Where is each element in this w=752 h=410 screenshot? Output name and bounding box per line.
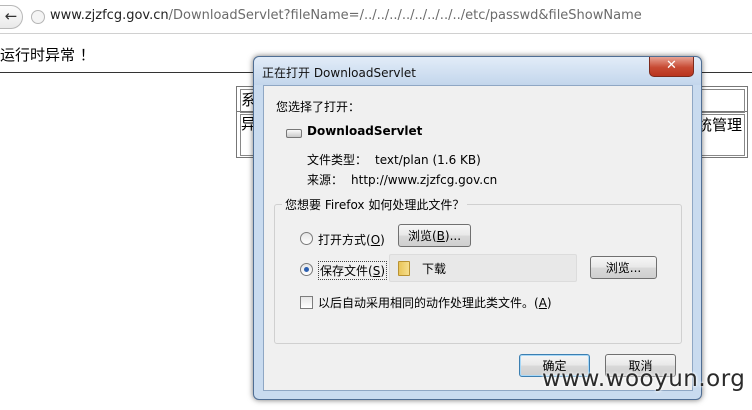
browse-app-text: 浏览( xyxy=(407,229,437,243)
browse-app-tail: )... xyxy=(444,229,462,243)
file-source-label: 来源： xyxy=(307,173,344,187)
url-host: www.zjzfcg.gov.cn xyxy=(50,8,169,23)
open-with-text: 打开方式( xyxy=(318,233,371,247)
watermark: www.wooyun.org xyxy=(542,366,746,392)
file-source-row: 来源： http://www.zjzfcg.gov.cn xyxy=(307,171,497,188)
address-bar: ← www.zjzfcg.gov.cn/DownloadServlet?file… xyxy=(0,0,752,34)
save-file-tail: ) xyxy=(380,264,385,278)
file-type-row: 文件类型： text/plan (1.6 KB) xyxy=(307,151,481,168)
save-folder-name: 下载 xyxy=(422,262,447,276)
save-file-text: 保存文件( xyxy=(320,264,373,278)
file-type-value: text/plan (1.6 KB) xyxy=(375,153,481,167)
auto-action-checkbox[interactable] xyxy=(300,296,313,309)
open-with-accel: O xyxy=(370,233,381,247)
toolbar-divider xyxy=(0,33,752,34)
browse-folder-button[interactable]: 浏览... xyxy=(590,256,657,279)
file-source-value: http://www.zjzfcg.gov.cn xyxy=(351,173,498,187)
auto-action-accel: A xyxy=(538,296,547,310)
file-type-label: 文件类型： xyxy=(307,153,368,167)
save-file-label[interactable]: 保存文件(S) xyxy=(318,261,387,280)
back-arrow-icon: ← xyxy=(4,7,18,25)
dialog-body: 您选择了打开： DownloadServlet 文件类型： text/plan (… xyxy=(263,85,693,391)
save-file-radio[interactable] xyxy=(300,263,313,276)
dialog-title: 正在打开 DownloadServlet xyxy=(262,66,416,80)
action-question: 您想要 Firefox 如何处理此文件？ xyxy=(282,196,468,213)
back-button[interactable]: ← xyxy=(0,5,23,29)
save-folder-field[interactable]: 下载 xyxy=(389,254,577,282)
file-icon xyxy=(286,129,302,138)
browse-app-accel: B xyxy=(436,229,445,243)
error-message: 运行时异常 ！ xyxy=(0,46,95,64)
download-dialog: 正在打开 DownloadServlet ✕ 您选择了打开： DownloadS… xyxy=(253,56,702,400)
browse-app-button[interactable]: 浏览(B)... xyxy=(398,224,471,247)
dialog-titlebar[interactable]: 正在打开 DownloadServlet ✕ xyxy=(254,57,701,85)
file-name: DownloadServlet xyxy=(307,124,423,138)
auto-action-tail: ) xyxy=(546,296,552,310)
site-identity-icon[interactable] xyxy=(31,10,45,24)
open-with-label[interactable]: 打开方式(O) xyxy=(318,231,385,248)
table-cell-text: 统管理 xyxy=(696,116,742,134)
url-field[interactable]: www.zjzfcg.gov.cn/DownloadServlet?fileNa… xyxy=(50,8,642,23)
auto-action-text: 以后自动采用相同的动作处理此类文件。( xyxy=(318,296,539,310)
url-path: /DownloadServlet?fileName=/../../../../.… xyxy=(168,8,642,23)
open-with-tail: ) xyxy=(380,233,385,247)
auto-action-label[interactable]: 以后自动采用相同的动作处理此类文件。(A) xyxy=(318,294,552,311)
open-with-radio[interactable] xyxy=(300,232,313,245)
close-button[interactable]: ✕ xyxy=(649,57,694,77)
close-icon: ✕ xyxy=(666,58,677,73)
you-chose-label: 您选择了打开： xyxy=(276,100,361,114)
folder-icon xyxy=(398,261,410,276)
